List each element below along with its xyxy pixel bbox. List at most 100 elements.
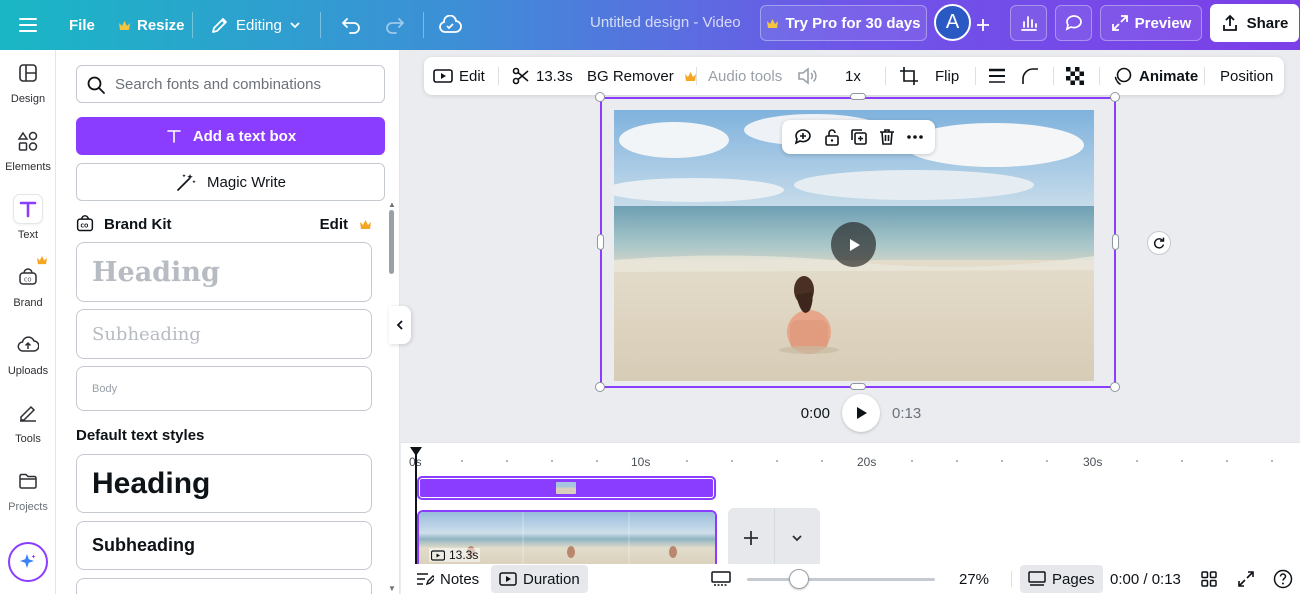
time-readout: 0:00 / 0:13 bbox=[1110, 570, 1181, 588]
collapse-panel-button[interactable] bbox=[389, 306, 411, 344]
trash-icon[interactable] bbox=[877, 127, 897, 147]
resize-handle-bottom-right[interactable] bbox=[1110, 382, 1120, 392]
playback-controls: 0:00 0:13 bbox=[790, 394, 921, 432]
redo-button[interactable] bbox=[384, 0, 406, 50]
brand-body-style[interactable]: Body bbox=[76, 366, 372, 411]
resize-button[interactable]: Resize bbox=[118, 0, 185, 50]
rail-item-text[interactable]: Text bbox=[0, 188, 56, 248]
brand-heading-style[interactable]: Heading bbox=[76, 242, 372, 302]
corner-radius-icon bbox=[1022, 68, 1038, 84]
trim-duration-button[interactable]: 13.3s bbox=[512, 57, 573, 95]
notes-button[interactable]: Notes bbox=[416, 564, 479, 594]
duration-button[interactable]: Duration bbox=[491, 565, 588, 593]
zoom-slider-track[interactable] bbox=[747, 578, 935, 581]
fullscreen-button[interactable] bbox=[1237, 564, 1255, 594]
file-menu[interactable]: File bbox=[69, 0, 95, 50]
resize-handle-left[interactable] bbox=[597, 234, 604, 250]
brand-kit-edit-link[interactable]: Edit bbox=[320, 216, 348, 233]
video-play-overlay-button[interactable] bbox=[831, 222, 876, 267]
try-pro-button[interactable]: Try Pro for 30 days bbox=[760, 5, 927, 41]
default-heading-style[interactable]: Heading bbox=[76, 454, 372, 513]
monitor-icon bbox=[711, 571, 731, 586]
add-comment-icon[interactable] bbox=[792, 126, 814, 148]
resize-handle-top-left[interactable] bbox=[595, 92, 605, 102]
brand-kit-header: CO Brand Kit Edit bbox=[76, 213, 372, 235]
hamburger-icon bbox=[19, 18, 37, 32]
add-collaborator-button[interactable] bbox=[975, 0, 991, 50]
transparency-button[interactable] bbox=[1065, 57, 1085, 95]
rail-item-elements[interactable]: Elements bbox=[0, 120, 56, 180]
grid-view-toggle[interactable] bbox=[711, 564, 731, 594]
sparkle-icon bbox=[20, 554, 36, 568]
resize-handle-top-right[interactable] bbox=[1110, 92, 1120, 102]
rotate-handle[interactable] bbox=[1147, 231, 1171, 255]
document-title[interactable]: Untitled design - Video bbox=[590, 0, 741, 50]
bottom-bar: Notes Duration 27% Pages 0:00 / 0:13 bbox=[401, 564, 1300, 594]
top-bar: File Resize Editing Untitled design - Vi… bbox=[0, 0, 1300, 50]
duplicate-icon[interactable] bbox=[849, 127, 869, 147]
unlock-icon[interactable] bbox=[822, 127, 842, 147]
panel-scroll-down-arrow[interactable]: ▼ bbox=[388, 584, 396, 593]
panel-scrollbar[interactable] bbox=[389, 210, 394, 274]
playhead[interactable] bbox=[410, 447, 422, 564]
editing-mode-dropdown[interactable]: Editing bbox=[210, 0, 302, 50]
default-body-style[interactable] bbox=[76, 578, 372, 594]
zoom-level[interactable]: 27% bbox=[959, 564, 989, 594]
rail-item-design[interactable]: Design bbox=[0, 52, 56, 112]
left-rail: Design Elements Text CO Brand Uploads To… bbox=[0, 50, 56, 594]
bar-chart-icon bbox=[1020, 16, 1037, 31]
video-clip-track[interactable]: 13.3s bbox=[417, 510, 717, 564]
default-text-styles-label: Default text styles bbox=[76, 427, 205, 444]
edit-video-button[interactable]: Edit bbox=[433, 57, 485, 95]
animate-button[interactable]: Animate bbox=[1113, 57, 1198, 95]
play-button[interactable] bbox=[842, 394, 880, 432]
position-button[interactable]: Position bbox=[1220, 57, 1273, 95]
flip-button[interactable]: Flip bbox=[935, 57, 959, 95]
playback-speed-button[interactable]: 1x bbox=[845, 57, 861, 95]
audio-tools-button[interactable]: Audio tools bbox=[708, 57, 782, 95]
crop-button[interactable] bbox=[899, 57, 919, 95]
svg-text:CO: CO bbox=[81, 223, 89, 229]
rail-item-uploads[interactable]: Uploads bbox=[0, 324, 56, 384]
magic-write-button[interactable]: Magic Write bbox=[76, 163, 385, 201]
grid-view-button[interactable] bbox=[1200, 564, 1218, 594]
more-options-icon[interactable] bbox=[905, 127, 925, 147]
add-page-options-button[interactable] bbox=[773, 508, 821, 564]
preview-button[interactable]: Preview bbox=[1100, 5, 1202, 41]
comments-button[interactable] bbox=[1055, 5, 1092, 41]
zoom-slider-knob[interactable] bbox=[789, 569, 809, 589]
undo-button[interactable] bbox=[340, 0, 362, 50]
design-icon bbox=[19, 64, 37, 82]
share-button[interactable]: Share bbox=[1210, 4, 1299, 42]
help-button[interactable] bbox=[1273, 564, 1293, 594]
rail-item-tools[interactable]: Tools bbox=[0, 392, 56, 452]
default-subheading-style[interactable]: Subheading bbox=[76, 521, 372, 570]
bg-remover-button[interactable]: BG Remover bbox=[587, 57, 697, 95]
transparency-checker-icon bbox=[1066, 67, 1084, 85]
add-text-box-button[interactable]: Add a text box bbox=[76, 117, 385, 155]
border-style-button[interactable] bbox=[987, 57, 1007, 95]
user-avatar[interactable]: A bbox=[934, 4, 971, 41]
page-track[interactable] bbox=[417, 476, 716, 500]
brand-icon: CO bbox=[76, 215, 94, 232]
brand-subheading-style[interactable]: Subheading bbox=[76, 309, 372, 359]
menu-button[interactable] bbox=[18, 0, 38, 50]
corner-rounding-button[interactable] bbox=[1021, 57, 1039, 95]
rail-item-projects[interactable]: Projects bbox=[0, 460, 56, 520]
save-status-button[interactable] bbox=[438, 0, 462, 50]
magic-assistant-button[interactable] bbox=[8, 542, 48, 582]
resize-handle-right[interactable] bbox=[1112, 234, 1119, 250]
insights-button[interactable] bbox=[1010, 5, 1047, 41]
search-input[interactable]: Search fonts and combinations bbox=[76, 65, 385, 103]
crown-icon bbox=[767, 18, 779, 28]
pages-icon bbox=[1028, 571, 1046, 586]
pages-button[interactable]: Pages bbox=[1020, 565, 1103, 593]
resize-handle-bottom[interactable] bbox=[850, 383, 866, 390]
search-icon bbox=[87, 76, 105, 94]
resize-handle-bottom-left[interactable] bbox=[595, 382, 605, 392]
add-page-button[interactable] bbox=[728, 508, 774, 564]
volume-button[interactable] bbox=[797, 57, 817, 95]
resize-handle-top[interactable] bbox=[850, 93, 866, 100]
rail-item-brand[interactable]: CO Brand bbox=[0, 255, 56, 316]
panel-scroll-up-arrow[interactable]: ▲ bbox=[388, 200, 396, 209]
